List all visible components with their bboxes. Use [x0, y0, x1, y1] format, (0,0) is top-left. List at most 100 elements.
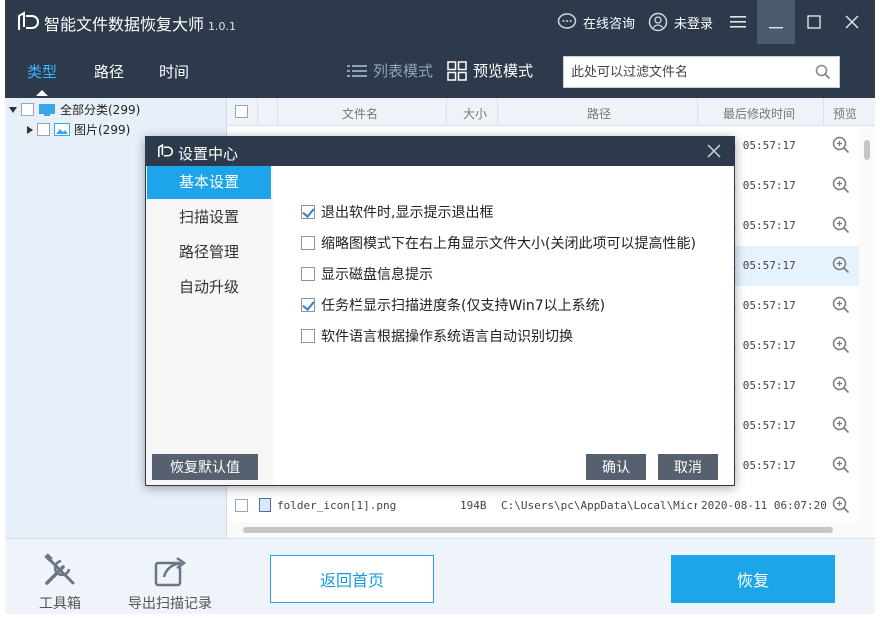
col-modified[interactable]: 最后修改时间	[723, 105, 795, 122]
preview-mode-button[interactable]: 预览模式	[447, 60, 533, 81]
tree-root[interactable]: 全部分类(299)	[9, 101, 140, 118]
option-taskbar-progress[interactable]: 任务栏显示扫描进度条(仅支持Win7以上系统)	[301, 295, 605, 315]
zoom-icon[interactable]	[832, 416, 850, 434]
vertical-scrollbar[interactable]	[859, 126, 875, 538]
option-checkbox[interactable]	[301, 329, 315, 343]
zoom-icon[interactable]	[832, 256, 850, 274]
row-path: C:\Users\pc\AppData\Local\Micros	[501, 499, 697, 512]
zoom-icon[interactable]	[832, 496, 850, 514]
filter-input[interactable]	[564, 57, 804, 87]
export-button[interactable]: 导出扫描记录	[120, 551, 220, 613]
title-bar: 智能文件数据恢复大师 1.0.1 在线咨询 未登录	[5, 0, 875, 44]
option-label: 软件语言根据操作系统语言自动识别切换	[321, 329, 573, 345]
option-checkbox[interactable]	[301, 205, 315, 219]
chat-icon	[557, 13, 577, 29]
dialog-title-bar: 设置中心	[146, 137, 734, 166]
home-button[interactable]: 返回首页	[270, 555, 434, 603]
row-date: 2020-08-11 06:07:20	[701, 499, 827, 512]
side-item-scan[interactable]: 扫描设置	[147, 201, 271, 234]
tab-time[interactable]: 时间	[159, 61, 189, 82]
dialog-sidebar: 基本设置 扫描设置 路径管理 自动升级	[146, 166, 273, 485]
row-filename: folder_icon[1].png	[277, 499, 397, 512]
horizontal-scrollbar[interactable]	[227, 522, 859, 538]
menu-button[interactable]	[719, 0, 757, 44]
side-item-basic[interactable]: 基本设置	[147, 166, 271, 199]
tree-root-checkbox[interactable]	[21, 103, 34, 116]
maximize-button[interactable]	[795, 0, 833, 44]
option-checkbox[interactable]	[301, 236, 315, 250]
option-auto-language[interactable]: 软件语言根据操作系统语言自动识别切换	[301, 326, 573, 346]
search-icon[interactable]	[815, 64, 831, 80]
file-icon	[259, 498, 271, 512]
expand-down-icon[interactable]	[9, 106, 17, 113]
login-label: 未登录	[674, 16, 714, 32]
horizontal-scroll-thumb[interactable]	[243, 527, 833, 533]
zoom-icon[interactable]	[832, 336, 850, 354]
tab-type[interactable]: 类型	[27, 61, 57, 96]
grid-icon	[447, 60, 467, 81]
row-checkbox[interactable]	[235, 499, 248, 512]
minimize-icon	[769, 27, 783, 29]
tools-icon	[44, 553, 75, 585]
option-exit-prompt[interactable]: 退出软件时,显示提示退出框	[301, 202, 493, 222]
tree-child-label: 图片(299)	[74, 123, 131, 137]
list-header: 文件名 大小 路径 最后修改时间 预览	[227, 98, 875, 126]
row-size: 194B	[460, 499, 487, 512]
option-checkbox[interactable]	[301, 267, 315, 281]
nav-bar: 类型 路径 时间 列表模式 预览模式	[5, 44, 875, 98]
table-row[interactable]: folder_icon[1].png 194B C:\Users\pc\AppD…	[227, 486, 859, 526]
option-disk-info[interactable]: 显示磁盘信息提示	[301, 264, 433, 284]
zoom-icon[interactable]	[832, 216, 850, 234]
vertical-scroll-thumb[interactable]	[864, 140, 870, 160]
computer-icon	[39, 103, 55, 116]
menu-icon	[730, 16, 746, 28]
online-consult-label: 在线咨询	[583, 16, 636, 32]
export-icon	[154, 556, 187, 587]
side-item-path[interactable]: 路径管理	[147, 236, 271, 269]
option-thumbnail-size[interactable]: 缩略图模式下在右上角显示文件大小(关闭此项可以提高性能)	[301, 233, 696, 253]
option-label: 显示磁盘信息提示	[321, 267, 433, 283]
online-consult-button[interactable]: 在线咨询	[557, 12, 635, 32]
settings-dialog: 设置中心 基本设置 扫描设置 路径管理 自动升级 退出软件时,显示提示退出框 缩…	[145, 136, 735, 486]
list-mode-label: 列表模式	[373, 62, 434, 80]
expand-right-icon[interactable]	[27, 125, 33, 134]
toolbox-button[interactable]: 工具箱	[10, 551, 110, 613]
zoom-icon[interactable]	[832, 456, 850, 474]
side-item-upgrade[interactable]: 自动升级	[147, 271, 271, 304]
cancel-button[interactable]: 取消	[658, 454, 718, 480]
toolbox-label: 工具箱	[39, 596, 81, 612]
zoom-icon[interactable]	[832, 296, 850, 314]
option-label: 退出软件时,显示提示退出框	[321, 205, 494, 221]
login-button[interactable]: 未登录	[648, 12, 713, 32]
preview-mode-label: 预览模式	[473, 62, 534, 80]
select-all-checkbox[interactable]	[235, 105, 248, 118]
col-path[interactable]: 路径	[587, 105, 611, 122]
maximize-icon	[807, 15, 821, 29]
export-label: 导出扫描记录	[128, 596, 212, 612]
app-title: 智能文件数据恢复大师 1.0.1	[44, 11, 236, 35]
filter-box	[563, 56, 840, 88]
tree-root-label: 全部分类(299)	[60, 103, 141, 117]
tab-path[interactable]: 路径	[94, 61, 124, 82]
user-icon	[648, 12, 668, 32]
dialog-title: 设置中心	[178, 145, 239, 163]
col-preview: 预览	[833, 107, 858, 121]
close-icon[interactable]	[706, 143, 722, 159]
col-filename[interactable]: 文件名	[342, 105, 378, 122]
tree-child-images[interactable]: 图片(299)	[27, 121, 130, 138]
close-icon	[845, 15, 859, 29]
confirm-button[interactable]: 确认	[586, 454, 646, 480]
zoom-icon[interactable]	[832, 176, 850, 194]
zoom-icon[interactable]	[832, 376, 850, 394]
image-icon	[54, 123, 70, 136]
option-checkbox[interactable]	[301, 298, 315, 312]
zoom-icon[interactable]	[832, 136, 850, 154]
list-mode-button[interactable]: 列表模式	[347, 60, 433, 81]
reset-defaults-button[interactable]: 恢复默认值	[152, 454, 258, 480]
col-size[interactable]: 大小	[463, 105, 487, 122]
close-button[interactable]	[833, 0, 871, 44]
minimize-button[interactable]	[757, 0, 795, 44]
tree-child-checkbox[interactable]	[37, 123, 50, 136]
option-label: 缩略图模式下在右上角显示文件大小(关闭此项可以提高性能)	[321, 236, 696, 252]
recover-button[interactable]: 恢复	[671, 555, 835, 603]
